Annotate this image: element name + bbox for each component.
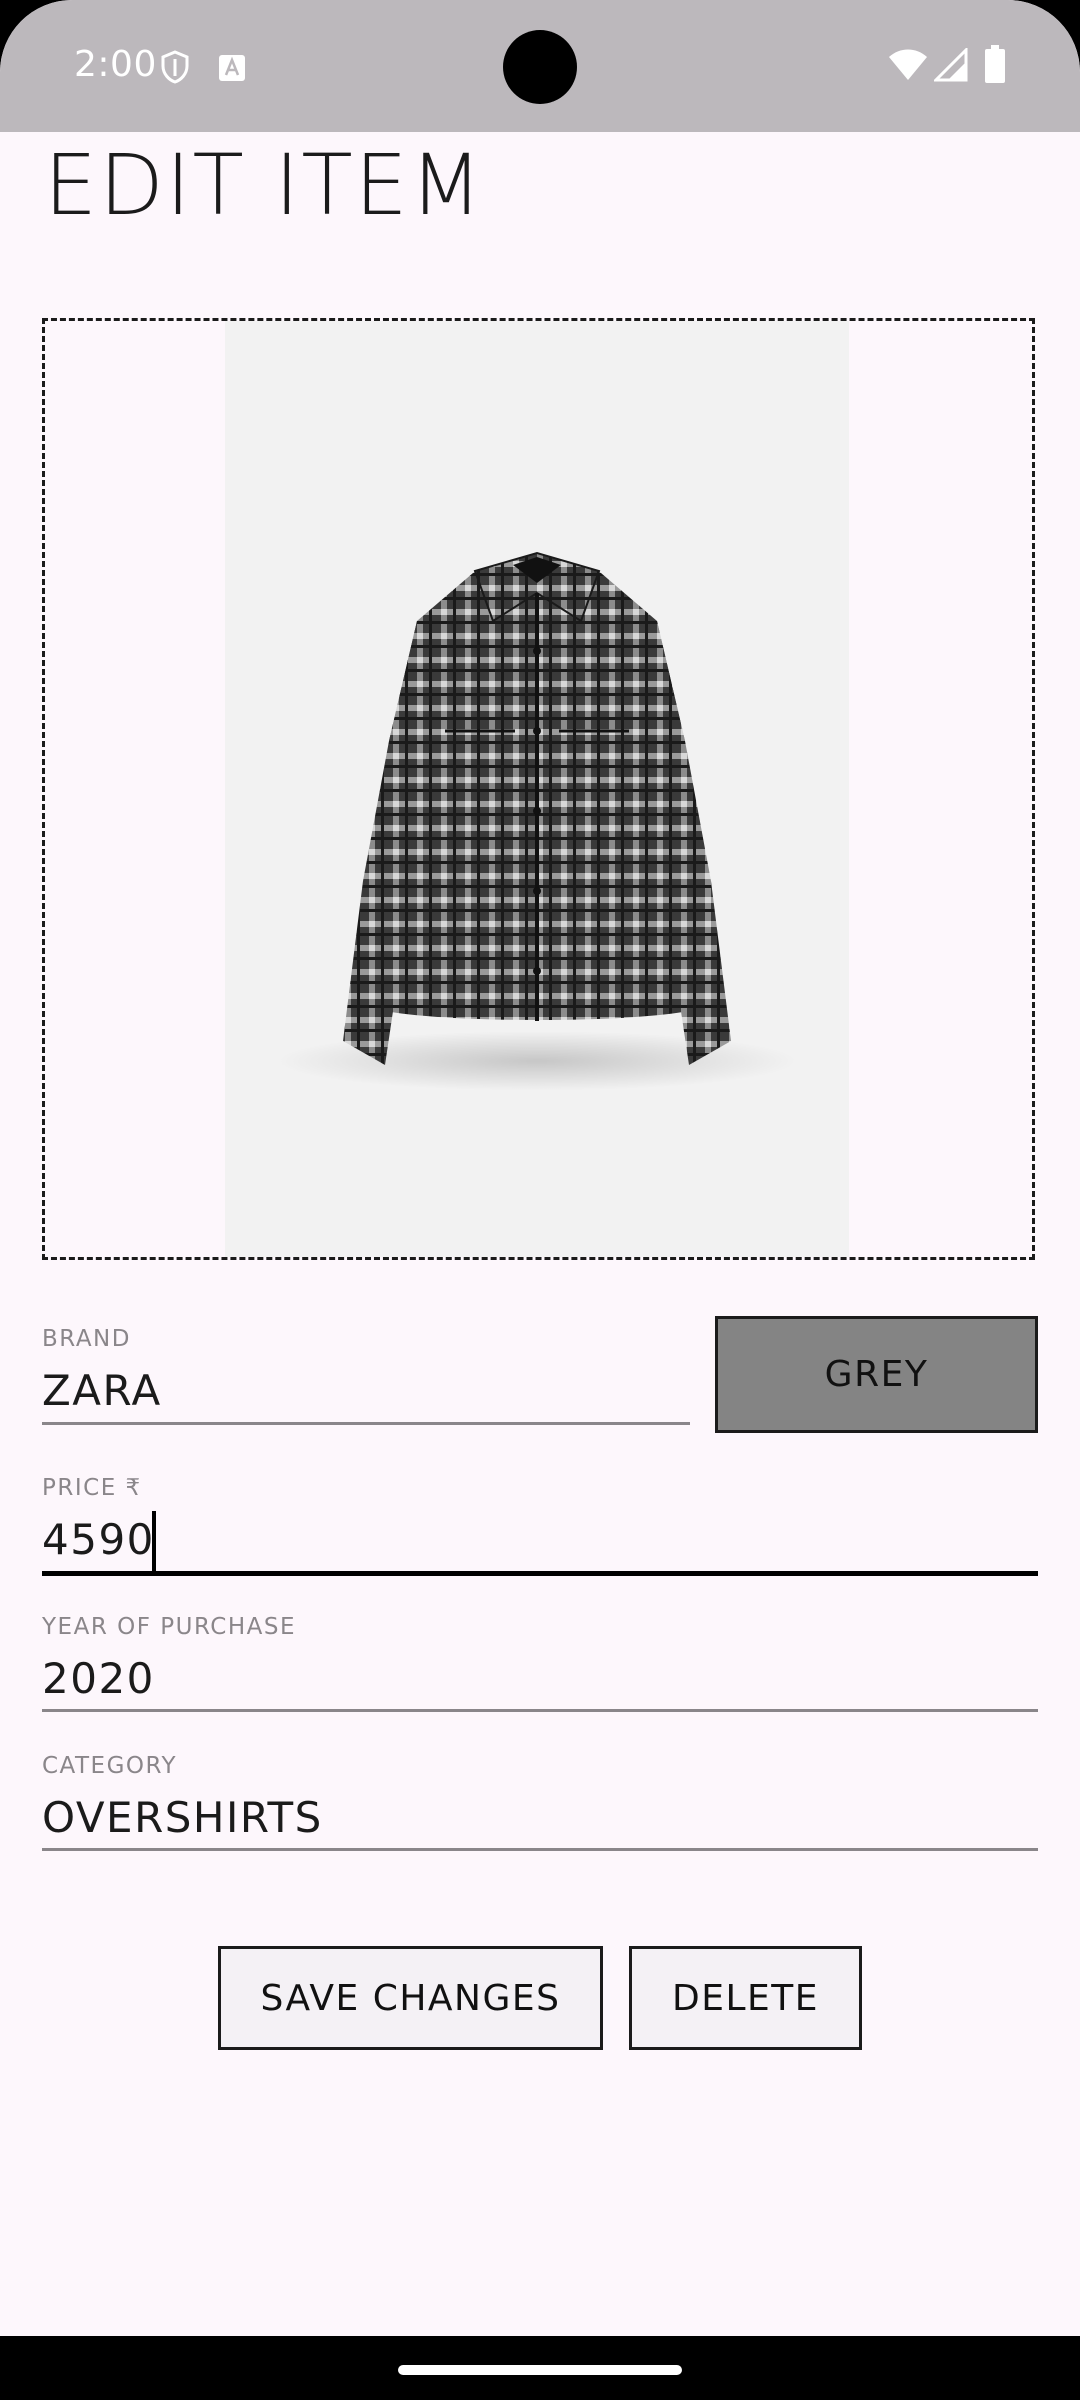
- delete-button[interactable]: DELETE: [629, 1946, 862, 2050]
- category-field[interactable]: CATEGORY OVERSHIRTS: [42, 1753, 1038, 1853]
- home-gesture-bar[interactable]: [398, 2365, 682, 2375]
- jacket-image: [277, 551, 797, 1091]
- price-underline: [42, 1571, 1038, 1576]
- year-input[interactable]: 2020: [42, 1654, 155, 1703]
- status-time: 2:00: [74, 44, 157, 85]
- status-bar: 2:00: [0, 0, 1080, 132]
- brand-input[interactable]: ZARA: [42, 1366, 162, 1415]
- category-underline: [42, 1848, 1038, 1851]
- brand-field[interactable]: BRAND ZARA: [42, 1326, 690, 1426]
- app-screen: 2:00 EDIT ITEM BRAND ZARA GREY PRICE ₹ 4…: [0, 0, 1080, 2336]
- battery-icon: [985, 45, 1005, 83]
- save-changes-button[interactable]: SAVE CHANGES: [218, 1946, 603, 2050]
- item-photo: [225, 321, 849, 1257]
- price-input[interactable]: 4590: [42, 1515, 155, 1564]
- color-select-button[interactable]: GREY: [715, 1316, 1038, 1433]
- shield-icon: [161, 50, 189, 84]
- category-input[interactable]: OVERSHIRTS: [42, 1793, 323, 1842]
- wifi-icon: [889, 49, 927, 80]
- signal-icon: [934, 48, 968, 82]
- price-label: PRICE ₹: [42, 1475, 142, 1501]
- text-cursor: [152, 1511, 156, 1571]
- brand-underline: [42, 1422, 690, 1425]
- category-label: CATEGORY: [42, 1753, 178, 1779]
- price-field[interactable]: PRICE ₹ 4590: [42, 1475, 1038, 1577]
- year-underline: [42, 1709, 1038, 1712]
- brand-label: BRAND: [42, 1326, 131, 1352]
- front-camera: [503, 30, 577, 104]
- year-field[interactable]: YEAR OF PURCHASE 2020: [42, 1614, 1038, 1714]
- page-title: EDIT ITEM: [44, 136, 485, 234]
- year-label: YEAR OF PURCHASE: [42, 1614, 297, 1640]
- font-a-icon: [219, 55, 245, 81]
- item-image-picker[interactable]: [42, 318, 1035, 1260]
